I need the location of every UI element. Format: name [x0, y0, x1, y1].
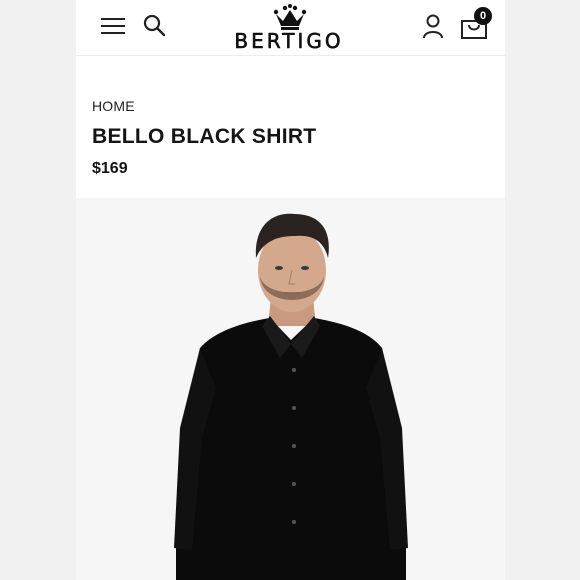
bag-count-badge[interactable]: 0 — [474, 7, 492, 25]
model-illustration — [174, 213, 408, 580]
product-price: $169 — [92, 160, 128, 177]
breadcrumb[interactable]: HOME — [92, 98, 135, 114]
account-icon[interactable] — [422, 13, 444, 39]
search-icon[interactable] — [142, 13, 166, 37]
brand-name: BERTIGO — [234, 29, 344, 53]
product-image[interactable] — [76, 198, 505, 580]
product-title: BELLO BLACK SHIRT — [92, 125, 317, 148]
menu-icon[interactable] — [100, 15, 126, 37]
product-page: BERTIGO 0 HOME BELLO BLACK SHIRT $169 — [76, 0, 505, 580]
brand-logo[interactable]: BERTIGO — [217, 4, 361, 52]
top-bar: BERTIGO 0 — [76, 0, 505, 56]
